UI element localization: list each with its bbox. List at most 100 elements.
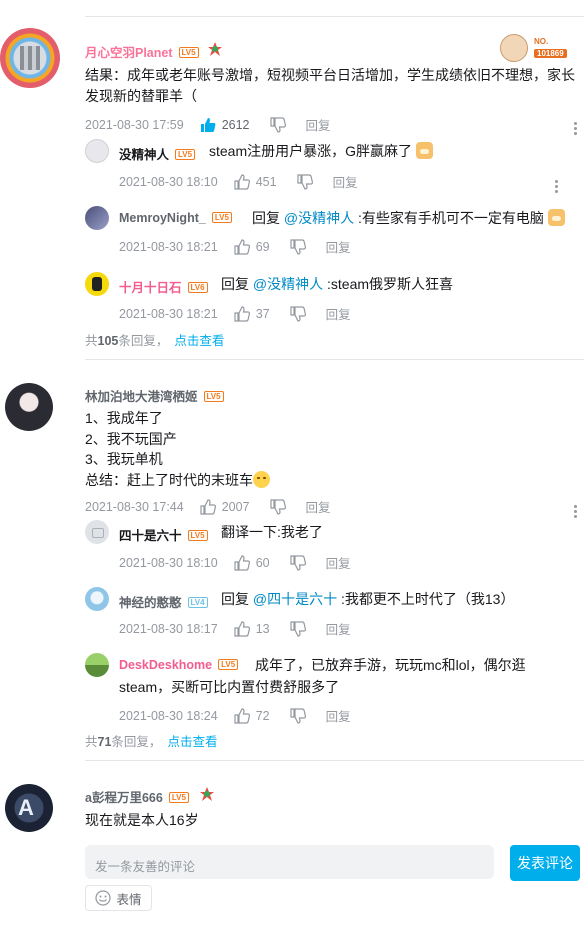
mention-link[interactable]: @没精神人 xyxy=(284,210,354,226)
reply-time: 2021-08-30 18:24 xyxy=(119,708,218,723)
reply-button[interactable]: 回复 xyxy=(306,115,331,134)
reply-button[interactable]: 回复 xyxy=(326,553,351,572)
avatar[interactable] xyxy=(0,28,60,88)
like-button[interactable]: 37 xyxy=(234,305,270,322)
comment-time: 2021-08-30 17:44 xyxy=(85,499,184,514)
like-count: 37 xyxy=(255,306,270,321)
reply-button[interactable]: 回复 xyxy=(326,706,351,725)
reply-meta: 2021-08-30 18:21 37 回复 xyxy=(119,304,351,323)
level-badge: LV5 xyxy=(168,792,189,803)
reply-button[interactable]: 回复 xyxy=(326,304,351,323)
badge-number: 101869 xyxy=(534,49,567,58)
like-button[interactable]: 13 xyxy=(234,620,270,637)
reply-username[interactable]: DeskDeskhome LV5 xyxy=(119,658,239,672)
reply-time: 2021-08-30 18:10 xyxy=(119,174,218,189)
thumbs-down-icon xyxy=(290,305,306,322)
reply-button[interactable]: 回复 xyxy=(306,497,331,516)
level-badge: LV5 xyxy=(175,149,196,160)
reply-username[interactable]: 十月十日石 LV6 xyxy=(119,277,208,296)
like-button[interactable]: 2007 xyxy=(200,498,250,515)
username-text[interactable]: MemroyNight_ xyxy=(119,211,206,225)
dislike-button[interactable] xyxy=(296,173,313,190)
comment-line-wrap: 总结：赶上了时代的末班车 xyxy=(85,470,270,491)
more-options-icon[interactable] xyxy=(572,503,578,520)
avatar[interactable]: A xyxy=(5,784,53,832)
like-count: 60 xyxy=(255,555,270,570)
bear-icon xyxy=(500,34,528,62)
like-button[interactable]: 69 xyxy=(234,238,270,255)
more-options-icon[interactable] xyxy=(553,178,559,195)
reply-button[interactable]: 回复 xyxy=(326,619,351,638)
level-badge: LV5 xyxy=(178,47,199,58)
send-comment-button[interactable]: 发表评论 xyxy=(510,845,580,881)
avatar[interactable] xyxy=(5,383,53,431)
username-text[interactable]: 神经的憨憨 xyxy=(119,596,182,610)
reply-username[interactable]: 神经的憨憨 LV4 xyxy=(119,592,208,611)
thumbs-up-icon xyxy=(200,117,216,132)
comment-divider xyxy=(85,760,584,761)
reply-body: :有些家有手机可不一定有电脑 xyxy=(354,210,544,226)
username-text[interactable]: 四十是六十 xyxy=(119,529,182,543)
reply-meta: 2021-08-30 18:21 69 回复 xyxy=(119,237,351,256)
reply-body: :steam俄罗斯人狂喜 xyxy=(323,276,454,292)
reply-button[interactable]: 回复 xyxy=(326,237,351,256)
reply-username[interactable]: 四十是六十 LV5 xyxy=(119,525,208,544)
username-text[interactable]: DeskDeskhome xyxy=(119,658,212,672)
reply-username[interactable]: 没精神人 LV5 xyxy=(119,144,196,163)
thumbs-up-icon xyxy=(234,554,250,571)
reply-avatar[interactable] xyxy=(85,653,109,677)
username-text[interactable]: 没精神人 xyxy=(119,148,169,162)
dislike-button[interactable] xyxy=(269,498,286,515)
doge-emoji xyxy=(415,142,433,159)
reply-prefix: 回复 xyxy=(221,591,253,607)
reply-button[interactable]: 回复 xyxy=(333,172,358,191)
reply-username[interactable]: MemroyNight_ LV5 xyxy=(119,211,232,225)
level-badge: LV5 xyxy=(203,391,224,402)
level-badge: LV5 xyxy=(211,212,232,223)
reply-prefix: 回复 xyxy=(252,210,284,226)
reply-time: 2021-08-30 18:21 xyxy=(119,239,218,254)
reply-text: 回复 @四十是六十 :我都更不上时代了（我13） xyxy=(221,589,514,609)
more-options-icon[interactable] xyxy=(572,120,578,137)
count-suffix: 条回复， xyxy=(118,334,169,348)
view-more-link[interactable]: 点击查看 xyxy=(174,334,224,348)
mention-link[interactable]: @四十是六十 xyxy=(253,591,337,607)
like-count: 2007 xyxy=(221,499,250,514)
mention-link[interactable]: @没精神人 xyxy=(253,276,323,292)
comment-text: 1、我成年了 2、我不玩国产 3、我玩单机 总结：赶上了时代的末班车 xyxy=(85,408,270,490)
level-badge: LV4 xyxy=(187,597,208,608)
like-button[interactable]: 451 xyxy=(234,173,277,190)
reply-avatar[interactable] xyxy=(85,587,109,611)
dislike-button[interactable] xyxy=(290,305,306,322)
username-text[interactable]: 十月十日石 xyxy=(119,281,182,295)
reply-avatar[interactable] xyxy=(85,520,109,544)
reply-time: 2021-08-30 18:21 xyxy=(119,306,218,321)
dislike-button[interactable] xyxy=(290,707,306,724)
level-badge: LV5 xyxy=(218,659,239,670)
comment-input[interactable]: 发一条友善的评论 xyxy=(85,845,494,879)
reply-avatar[interactable] xyxy=(85,272,109,296)
dislike-button[interactable] xyxy=(290,238,306,255)
comment-username[interactable]: 月心空羽Planet LV5 xyxy=(85,42,199,61)
dislike-button[interactable] xyxy=(269,116,286,133)
view-more-link[interactable]: 点击查看 xyxy=(167,735,217,749)
reply-meta: 2021-08-30 18:17 13 回复 xyxy=(119,619,351,638)
smile-icon xyxy=(95,890,112,906)
emoji-button[interactable]: 表情 xyxy=(85,885,152,911)
comment-username[interactable]: 林加泊地大港湾栖姬 LV5 xyxy=(85,386,224,405)
username-text[interactable]: 月心空羽Planet xyxy=(85,46,173,60)
dislike-button[interactable] xyxy=(290,554,306,571)
reply-avatar[interactable] xyxy=(85,139,109,163)
reply-text: steam注册用户暴涨，G胖赢麻了 xyxy=(209,141,433,161)
comment-username[interactable]: a彭程万里666 LV5 xyxy=(85,787,189,806)
comment-divider xyxy=(85,359,584,360)
like-button[interactable]: 72 xyxy=(234,707,270,724)
username-text[interactable]: a彭程万里666 xyxy=(85,791,163,805)
thumbs-up-icon xyxy=(234,238,250,255)
dislike-button[interactable] xyxy=(290,620,306,637)
username-text[interactable]: 林加泊地大港湾栖姬 xyxy=(85,390,198,404)
like-count: 2612 xyxy=(221,117,250,132)
reply-avatar[interactable] xyxy=(85,206,109,230)
like-button[interactable]: 2612 xyxy=(200,117,250,133)
like-button[interactable]: 60 xyxy=(234,554,270,571)
